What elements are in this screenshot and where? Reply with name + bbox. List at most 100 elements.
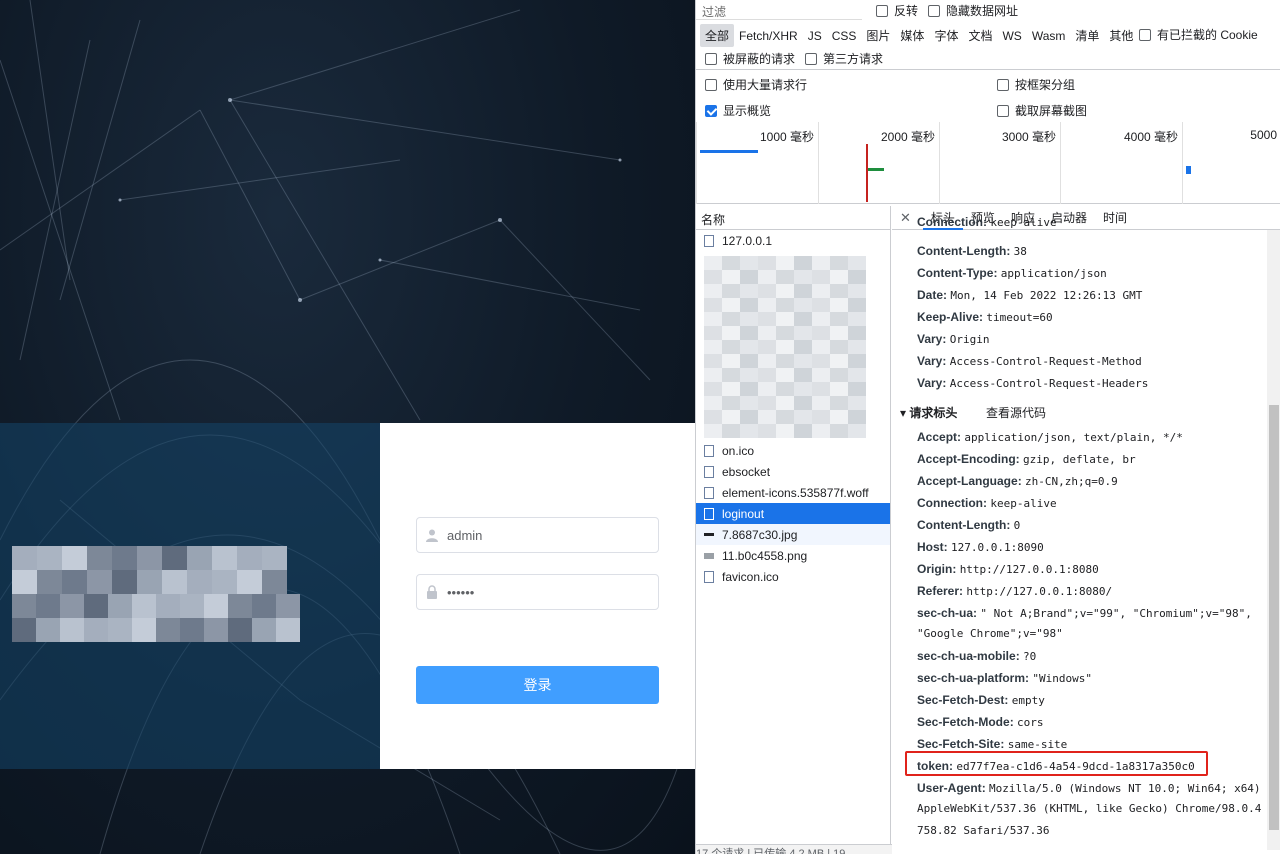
blur-cell <box>830 326 848 340</box>
mosaic-cell <box>87 570 112 594</box>
type-filter-11[interactable]: 其他 <box>1104 24 1138 47</box>
header-key: Accept-Language <box>917 474 1018 488</box>
blocked-requests-checkbox[interactable]: 被屏蔽的请求 <box>705 50 795 67</box>
mosaic-cell <box>187 546 212 570</box>
username-value: admin <box>447 527 483 543</box>
type-filter-10[interactable]: 清单 <box>1070 24 1104 47</box>
request-name: 127.0.0.1 <box>722 233 773 248</box>
header-line: Sec-Fetch-Site: same-site <box>917 737 1067 751</box>
mosaic-cell <box>228 594 252 618</box>
blur-cell <box>794 312 812 326</box>
invert-checkbox[interactable]: 反转 <box>876 2 918 19</box>
blurred-subtitle-text <box>12 594 300 642</box>
request-row[interactable]: 7.8687c30.jpg <box>696 524 890 545</box>
resource-type-filter: 全部 Fetch/XHR JS CSS 图片 媒体 字体 文档 WS Wasm 清单 其他 <box>700 24 1138 47</box>
blur-cell <box>722 298 740 312</box>
login-button[interactable]: 登录 <box>416 666 659 704</box>
type-filter-6[interactable]: 字体 <box>929 24 963 47</box>
request-row[interactable]: ebsocket <box>696 461 890 482</box>
header-value: "Google Chrome";v="98" <box>917 627 1063 640</box>
blur-cell <box>830 256 848 270</box>
password-input[interactable]: •••••• <box>416 574 659 610</box>
username-input[interactable]: admin <box>416 517 659 553</box>
tab-4[interactable]: 时间 <box>1095 206 1135 230</box>
blur-cell <box>758 382 776 396</box>
type-filter-3[interactable]: CSS <box>827 26 862 46</box>
type-filter-8[interactable]: WS <box>997 26 1026 46</box>
header-colon: : <box>1015 649 1024 663</box>
header-key: Sec-Fetch-Dest <box>917 693 1005 707</box>
blur-cell <box>794 424 812 438</box>
header-line: Vary: Access-Control-Request-Method <box>917 354 1142 368</box>
type-filter-7[interactable]: 文档 <box>963 24 997 47</box>
blur-cell <box>758 424 776 438</box>
request-row[interactable]: favicon.ico <box>696 566 890 587</box>
blur-cell <box>794 410 812 424</box>
header-key: Host <box>917 540 944 554</box>
mosaic-cell <box>180 618 204 642</box>
large-rows-checkbox[interactable]: 使用大量请求行 <box>705 76 807 93</box>
request-name: 11.b0c4558.png <box>722 548 808 563</box>
close-icon[interactable]: ✕ <box>900 210 911 226</box>
header-line: "Google Chrome";v="98" <box>917 627 1063 640</box>
timeline-tick: 1000 毫秒 <box>696 122 818 204</box>
file-icon <box>704 234 714 247</box>
mosaic-cell <box>87 546 112 570</box>
type-filter-2[interactable]: JS <box>803 26 827 46</box>
blur-cell <box>758 396 776 410</box>
request-row[interactable]: element-icons.535877f.woff <box>696 482 890 503</box>
type-filter-1[interactable]: Fetch/XHR <box>734 26 803 46</box>
header-line: sec-ch-ua-mobile: ?0 <box>917 649 1036 663</box>
blur-cell <box>704 298 722 312</box>
blur-cell <box>812 298 830 312</box>
name-column-header[interactable]: 名称 <box>696 206 890 230</box>
hide-data-urls-checkbox[interactable]: 隐藏数据网址 <box>928 2 1018 19</box>
mosaic-cell <box>137 570 162 594</box>
header-key: User-Agent <box>917 781 982 795</box>
blur-cell <box>812 396 830 410</box>
blur-cell <box>776 284 794 298</box>
filter-input[interactable]: 过滤 <box>696 0 862 20</box>
timeline-tick: 4000 毫秒 <box>1060 122 1182 204</box>
request-row[interactable]: 127.0.0.1 <box>696 230 890 251</box>
header-line: Vary: Access-Control-Request-Headers <box>917 376 1148 390</box>
blur-cell <box>704 410 722 424</box>
header-line: sec-ch-ua: " Not A;Brand";v="99", "Chrom… <box>917 606 1252 620</box>
header-key: Vary <box>917 354 943 368</box>
request-list: 名称 127.0.0.1tsflagOutCounton.icoebsocket… <box>696 206 892 854</box>
file-icon <box>704 465 714 478</box>
group-by-frame-checkbox[interactable]: 按框架分组 <box>997 76 1075 93</box>
request-row[interactable]: 11.b0c4558.png <box>696 545 890 566</box>
request-row[interactable]: loginout <box>696 503 890 524</box>
mosaic-cell <box>132 618 156 642</box>
header-colon: : <box>1009 715 1018 729</box>
blur-cell <box>830 410 848 424</box>
view-source-link[interactable]: 查看源代码 <box>986 404 1046 421</box>
third-party-checkbox[interactable]: 第三方请求 <box>805 50 883 67</box>
mosaic-cell <box>12 594 36 618</box>
type-filter-4[interactable]: 图片 <box>861 24 895 47</box>
network-overview-timeline[interactable]: 1000 毫秒 2000 毫秒 3000 毫秒 4000 毫秒 5000 <box>696 122 1280 204</box>
header-value: gzip, deflate, br <box>1023 453 1136 466</box>
scrollbar[interactable] <box>1267 230 1280 850</box>
type-filter-5[interactable]: 媒体 <box>895 24 929 47</box>
blur-cell <box>722 312 740 326</box>
header-value: Origin <box>949 333 990 346</box>
blocked-cookies-checkbox[interactable]: 有已拦截的 Cookie <box>1139 26 1258 43</box>
blur-cell <box>722 354 740 368</box>
show-overview-checkbox[interactable]: 显示概览 <box>705 102 771 119</box>
request-headers-section-toggle[interactable]: ▾ 请求标头 <box>900 404 957 421</box>
blur-cell <box>704 340 722 354</box>
type-filter-9[interactable]: Wasm <box>1027 26 1071 46</box>
capture-screenshots-checkbox[interactable]: 截取屏幕截图 <box>997 102 1087 119</box>
mosaic-cell <box>262 570 287 594</box>
blur-cell <box>722 340 740 354</box>
type-filter-0[interactable]: 全部 <box>700 24 735 47</box>
timeline-tick: 3000 毫秒 <box>939 122 1060 204</box>
scrollbar-thumb[interactable] <box>1269 405 1279 830</box>
header-line: Accept-Language: zh-CN,zh;q=0.9 <box>917 474 1118 488</box>
header-key: Accept <box>917 430 958 444</box>
request-row[interactable]: on.ico <box>696 440 890 461</box>
header-value: 38 <box>1013 245 1027 258</box>
header-line: Vary: Origin <box>917 332 989 346</box>
